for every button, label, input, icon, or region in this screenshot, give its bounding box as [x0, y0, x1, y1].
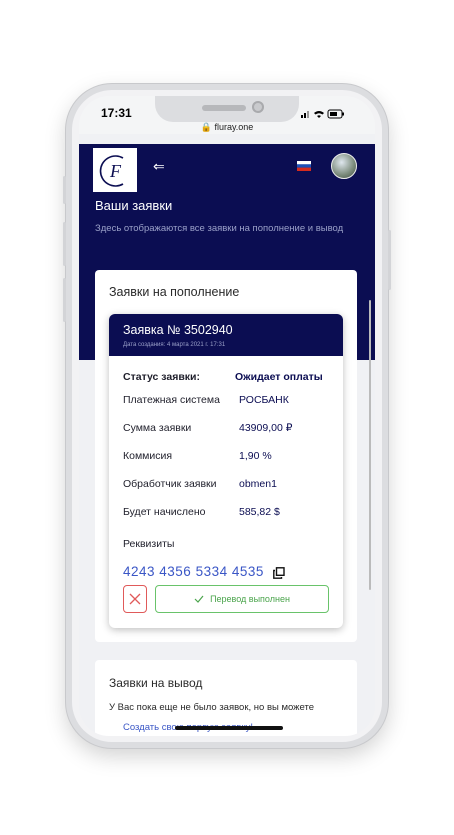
row-label: Коммисия [123, 450, 173, 462]
row-value: 1,90 % [239, 450, 272, 462]
russia-flag-icon[interactable] [297, 161, 311, 171]
close-icon [129, 593, 141, 605]
row-value: 43909,00 ₽ [239, 422, 293, 434]
check-icon [194, 595, 204, 603]
transfer-done-button[interactable]: Перевод выполнен [155, 585, 329, 613]
status-icons [301, 109, 344, 119]
lock-icon: 🔒 [200, 122, 212, 132]
deposits-title: Заявки на пополнение [109, 285, 240, 299]
side-button-right [388, 230, 391, 290]
copy-icon[interactable] [273, 567, 285, 579]
requisites-value: 4243 4356 5334 4535 [123, 564, 264, 579]
avatar[interactable] [331, 153, 357, 179]
side-button-left-1 [63, 176, 66, 204]
order-number: Заявка № 3502940 [123, 323, 233, 337]
page-title: Ваши заявки [95, 198, 173, 213]
url-bar[interactable]: 🔒 fluray.one [79, 122, 375, 133]
row-label: Платежная система [123, 394, 220, 406]
scrollbar[interactable] [369, 300, 371, 590]
row-label: Сумма заявки [123, 422, 192, 434]
home-indicator [175, 726, 283, 730]
logo-letter: F [109, 161, 122, 181]
status-label: Статус заявки: [123, 371, 201, 383]
row-value: РОСБАНК [239, 394, 289, 406]
page-subtitle: Здесь отображаются все заявки на пополне… [95, 223, 344, 234]
side-button-left-3 [63, 278, 66, 322]
order-created-date: Дата создания: 4 марта 2021 г. 17:31 [123, 342, 226, 348]
withdrawals-empty-text: У Вас пока еще не было заявок, но вы мож… [109, 698, 339, 736]
transfer-done-label: Перевод выполнен [210, 594, 290, 604]
url-text: fluray.one [214, 122, 254, 132]
row-value: 585,82 $ [239, 506, 280, 518]
logo-icon: F [99, 155, 124, 187]
withdrawals-card: Заявки на вывод У Вас пока еще не было з… [95, 660, 357, 736]
notch [155, 96, 299, 122]
menu-toggle-icon[interactable]: ⇐ [153, 158, 165, 175]
logo[interactable]: F [93, 148, 137, 192]
row-label: Обработчик заявки [123, 478, 217, 490]
order-header: Заявка № 3502940 Дата создания: 4 марта … [109, 314, 343, 356]
requisites-label: Реквизиты [123, 538, 175, 550]
phone-screen: 17:31 🔒 fluray.one F ⇐ Ваши заявки Здесь… [79, 96, 375, 736]
empty-text: У Вас пока еще не было заявок, но вы мож… [109, 702, 315, 713]
order-card: Заявка № 3502940 Дата создания: 4 марта … [109, 314, 343, 628]
camera [252, 101, 264, 113]
speaker [202, 105, 246, 111]
deposits-card: Заявки на пополнение Заявка № 3502940 Да… [95, 270, 357, 642]
withdrawals-title: Заявки на вывод [109, 676, 203, 690]
status-time: 17:31 [101, 106, 132, 120]
row-value: obmen1 [239, 478, 277, 490]
cancel-button[interactable] [123, 585, 147, 613]
row-label: Будет начислено [123, 506, 206, 518]
status-value: Ожидает оплаты [235, 371, 323, 383]
side-button-left-2 [63, 222, 66, 266]
